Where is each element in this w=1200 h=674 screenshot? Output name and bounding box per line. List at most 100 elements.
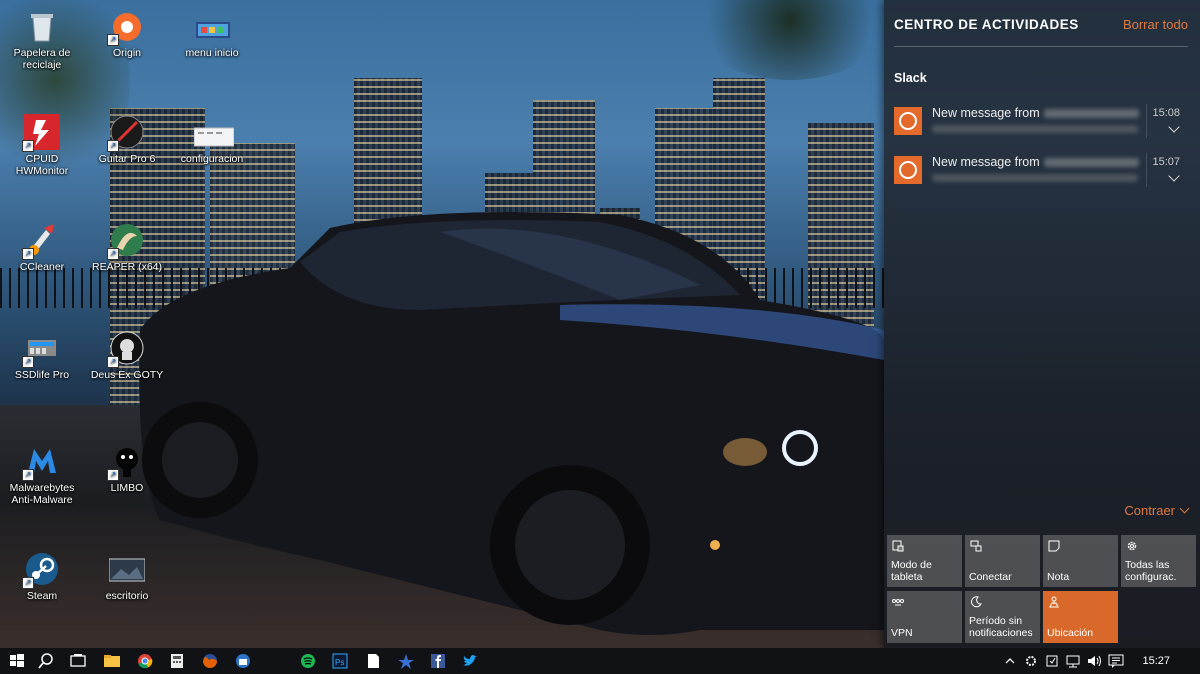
desktop-icon[interactable]: ↗ CPUID HWMonitor (2, 114, 82, 177)
app-icon[interactable] (396, 651, 416, 671)
divider (1146, 153, 1147, 187)
desktop-icon-label: REAPER (x64) (91, 261, 163, 273)
quick-action-label: VPN (891, 627, 913, 639)
reaper-icon: ↗ (107, 222, 145, 260)
firefox-icon[interactable] (200, 651, 220, 671)
desktop-icon[interactable]: ↗ Malwarebytes Anti-Malware (2, 443, 82, 506)
photoshop-icon[interactable]: Ps (330, 651, 350, 671)
notification-title-row: New message from (932, 155, 1139, 169)
desktop-icon[interactable]: Papelera de reciclaje (2, 8, 82, 71)
moon-icon (971, 596, 982, 608)
quick-action-location[interactable]: Ubicación (1043, 591, 1118, 643)
file-explorer-icon[interactable] (102, 651, 122, 671)
notification-title-row: New message from (932, 106, 1139, 120)
desktop-icon[interactable]: ↗ REAPER (x64) (87, 222, 167, 273)
desktop-icon[interactable]: menu inicio (172, 8, 252, 59)
volume-icon[interactable] (1084, 651, 1104, 671)
shortcut-arrow-icon: ↗ (107, 140, 119, 152)
desktop-icon[interactable]: ↗ Guitar Pro 6 (87, 114, 167, 165)
start-icon[interactable] (7, 651, 27, 671)
quick-action-label: Ubicación (1047, 627, 1094, 639)
desktop-icon[interactable]: ↗ Origin (87, 8, 167, 59)
quick-action-quiet-hours[interactable]: Período sin notificaciones (965, 591, 1040, 643)
notification-item[interactable]: New message from 15:07 (892, 153, 1188, 197)
document-icon[interactable] (363, 651, 383, 671)
notification-group-header[interactable]: Slack (894, 71, 927, 85)
desktop-icon-label: Origin (112, 47, 141, 59)
quick-action-label: Modo de tableta (891, 559, 932, 583)
thunderbird-icon[interactable] (233, 651, 253, 671)
action-center-icon[interactable] (1106, 651, 1126, 671)
twitter-icon[interactable] (460, 651, 480, 671)
steam-icon: ↗ (22, 551, 60, 589)
notification-title: New message from (932, 155, 1040, 169)
shortcut-arrow-icon: ↗ (22, 140, 34, 152)
desktop-icon-label: Guitar Pro 6 (98, 153, 156, 165)
location-icon (1049, 596, 1059, 608)
update-icon[interactable] (1042, 651, 1062, 671)
notification-item[interactable]: New message from 15:08 (892, 104, 1188, 148)
quick-action-vpn[interactable]: VPN (887, 591, 962, 643)
connect-icon (970, 540, 982, 552)
notification-time: 15:07 (1152, 156, 1180, 168)
expand-chevron-icon[interactable] (1168, 170, 1180, 182)
clear-all-button[interactable]: Borrar todo (1123, 17, 1188, 32)
quick-action-note[interactable]: Nota (1043, 535, 1118, 587)
task-view-icon[interactable] (68, 651, 88, 671)
quick-action-label: Nota (1047, 571, 1070, 583)
deus-ex-icon: ↗ (107, 330, 145, 368)
facebook-icon[interactable] (428, 651, 448, 671)
chevron-down-icon (1179, 503, 1190, 514)
quick-action-label: Conectar (969, 571, 1012, 583)
origin-icon: ↗ (107, 8, 145, 46)
quick-action-all-settings[interactable]: Todas las configurac. (1121, 535, 1196, 587)
action-center-panel: CENTRO DE ACTIVIDADES Borrar todo Slack … (884, 0, 1200, 648)
redacted-message-preview (932, 125, 1138, 133)
desktop-icon-label: menu inicio (185, 47, 239, 59)
redacted-message-preview (932, 174, 1138, 182)
chevron-up-icon[interactable] (1000, 651, 1020, 671)
hwmonitor-icon: ↗ (22, 114, 60, 152)
quick-action-connect[interactable]: Conectar (965, 535, 1040, 587)
quick-action-label: Todas las configurac. (1125, 559, 1177, 583)
settings-icon (1127, 541, 1137, 551)
desktop-icon-label: configuracion (180, 153, 244, 165)
desktop-icon[interactable]: ↗ Steam (2, 551, 82, 602)
desktop-icon[interactable]: configuracion (172, 124, 252, 165)
shortcut-arrow-icon: ↗ (107, 469, 119, 481)
taskbar-clock[interactable]: 15:27 (1142, 655, 1170, 667)
desktop-icon-label: CPUID HWMonitor (15, 153, 69, 177)
shortcut-arrow-icon: ↗ (22, 356, 34, 368)
collapse-label: Contraer (1124, 503, 1175, 518)
tablet-mode-icon (892, 540, 904, 552)
vpn-icon (892, 599, 904, 606)
taskbar: Ps 15:27 (0, 648, 1200, 674)
ssdlife-icon: ↗ (22, 330, 60, 368)
malwarebytes-icon: ↗ (22, 443, 60, 481)
search-icon[interactable] (36, 651, 56, 671)
desktop-icon[interactable]: ↗ Deus Ex GOTY (87, 330, 167, 381)
desktop-icon-label: LIMBO (110, 482, 144, 494)
calculator-icon[interactable] (167, 651, 187, 671)
notification-time: 15:08 (1152, 107, 1180, 119)
shortcut-arrow-icon: ↗ (22, 577, 34, 589)
slack-icon (894, 156, 922, 184)
desktop-icon[interactable]: ↗ LIMBO (87, 443, 167, 494)
desktop-icon-label: Malwarebytes Anti-Malware (9, 482, 75, 506)
chrome-icon[interactable] (135, 651, 155, 671)
desktop-icon[interactable]: escritorio (87, 551, 167, 602)
desktop-icon-label: CCleaner (19, 261, 65, 273)
desktop-icon-label: escritorio (105, 590, 149, 602)
spotify-icon[interactable] (298, 651, 318, 671)
expand-chevron-icon[interactable] (1168, 121, 1180, 133)
divider (894, 46, 1188, 47)
desktop-icon[interactable]: ↗ SSDlife Pro (2, 330, 82, 381)
quick-action-tablet-mode[interactable]: Modo de tableta (887, 535, 962, 587)
svg-text:Ps: Ps (335, 658, 344, 667)
collapse-button[interactable]: Contraer (1124, 503, 1190, 518)
desktop-icon-label: Steam (26, 590, 58, 602)
desktop-icon-label: Deus Ex GOTY (90, 369, 164, 381)
desktop-icon[interactable]: ↗ CCleaner (2, 222, 82, 273)
network-icon[interactable] (1063, 651, 1083, 671)
settings-tray-icon[interactable] (1021, 651, 1041, 671)
